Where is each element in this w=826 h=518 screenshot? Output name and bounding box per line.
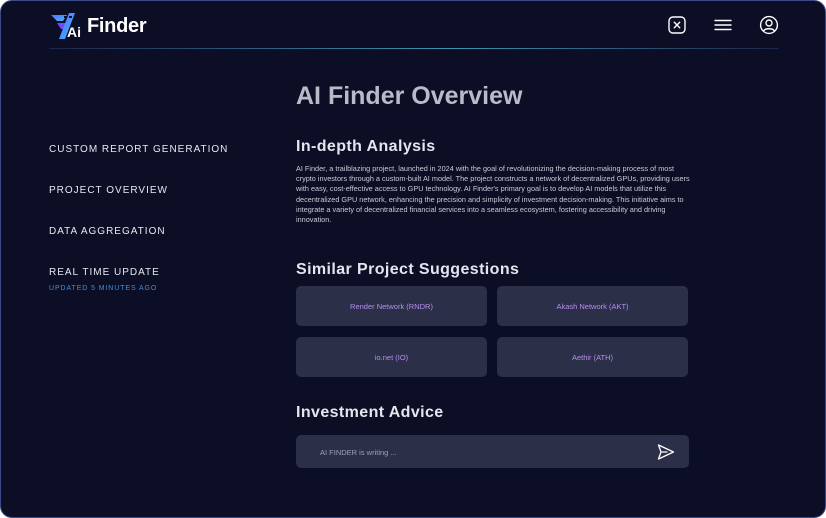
suggestion-card-akash[interactable]: Akash Network (AKT) xyxy=(497,286,688,326)
suggestion-card-render[interactable]: Render Network (RNDR) xyxy=(296,286,487,326)
header-actions xyxy=(667,15,779,35)
update-timestamp: UPDATED 5 MINUTES AGO xyxy=(49,285,158,292)
menu-button[interactable] xyxy=(713,15,733,35)
top-bar: Ai Finder xyxy=(1,1,825,49)
suggestion-card-aethir[interactable]: Aethir (ATH) xyxy=(497,337,688,377)
send-button[interactable] xyxy=(656,442,676,462)
suggestion-card-ionet[interactable]: io.net (IO) xyxy=(296,337,487,377)
similar-heading: Similar Project Suggestions xyxy=(296,261,520,278)
sidebar-item-project-overview[interactable]: PROJECT OVERVIEW xyxy=(49,185,269,197)
advice-input[interactable] xyxy=(320,444,640,460)
advice-input-box xyxy=(296,435,689,468)
logo-text: Finder xyxy=(87,14,147,37)
sidebar: CUSTOM REPORT GENERATION PROJECT OVERVIE… xyxy=(49,144,269,292)
analysis-heading: In-depth Analysis xyxy=(296,138,436,155)
sidebar-item-custom-report[interactable]: CUSTOM REPORT GENERATION xyxy=(49,144,269,156)
logo-mark-text: Ai xyxy=(67,24,81,40)
main-content: AI Finder Overview In-depth Analysis AI … xyxy=(296,81,696,468)
app-window: Ai Finder CUSTOM REPORT GENERATION PROJE… xyxy=(0,0,826,518)
user-circle-icon xyxy=(759,15,779,35)
advice-heading: Investment Advice xyxy=(296,404,444,421)
close-button[interactable] xyxy=(667,15,687,35)
menu-icon xyxy=(714,19,732,31)
close-square-icon xyxy=(668,16,686,34)
account-button[interactable] xyxy=(759,15,779,35)
sidebar-item-real-time-update[interactable]: REAL TIME UPDATE xyxy=(49,267,269,279)
analysis-text: AI Finder, a trailblazing project, launc… xyxy=(296,164,690,225)
sidebar-item-data-aggregation[interactable]: DATA AGGREGATION xyxy=(49,226,269,238)
logo-mark-icon: Ai xyxy=(51,13,81,40)
logo[interactable]: Ai Finder xyxy=(49,11,147,41)
header-divider xyxy=(49,48,779,49)
send-icon xyxy=(657,444,675,460)
page-title: AI Finder Overview xyxy=(296,82,523,110)
